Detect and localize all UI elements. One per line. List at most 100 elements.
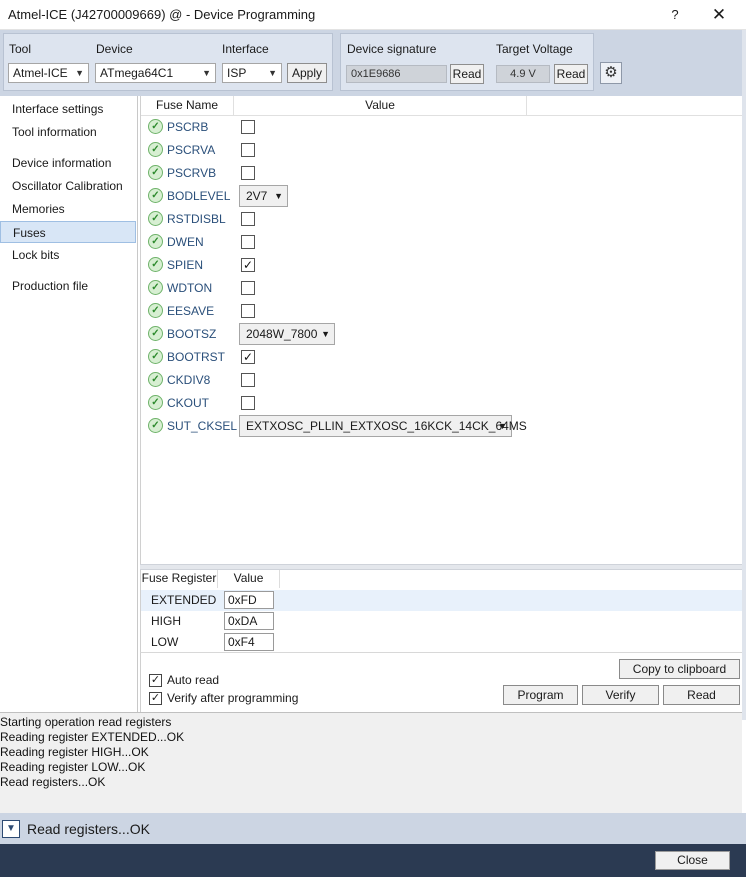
sidebar-item-production-file[interactable]: Production file <box>0 275 136 297</box>
fuse-name: CKOUT <box>167 396 209 410</box>
fuse-name: BODLEVEL <box>167 189 231 203</box>
tool-select[interactable]: Atmel-ICE ▼ <box>8 63 89 83</box>
check-circle-icon: ✓ <box>148 349 163 364</box>
help-button[interactable]: ? <box>662 3 688 27</box>
register-value-input[interactable]: 0xDA <box>224 612 274 630</box>
fuse-name: CKDIV8 <box>167 373 211 387</box>
fuse-select-value: 2048W_7800 <box>246 327 318 341</box>
fuse-row-rstdisbl[interactable]: ✓ RSTDISBL <box>141 208 744 231</box>
fuse-row-bootrst[interactable]: ✓ BOOTRST ✓ <box>141 346 744 369</box>
table-row[interactable]: LOW 0xF4 <box>141 632 744 653</box>
log-line: Reading register LOW...OK <box>0 760 146 774</box>
close-button[interactable]: Close <box>655 851 730 870</box>
tool-select-value: Atmel-ICE <box>13 66 68 80</box>
check-circle-icon: ✓ <box>148 418 163 433</box>
fuse-name: RSTDISBL <box>167 212 226 226</box>
register-value-input[interactable]: 0xF4 <box>224 633 274 651</box>
fuse-checkbox[interactable] <box>241 396 255 410</box>
fuse-name: BOOTSZ <box>167 327 217 341</box>
read-button[interactable]: Read <box>663 685 740 705</box>
verify-button[interactable]: Verify <box>582 685 659 705</box>
register-value-input[interactable]: 0xFD <box>224 591 274 609</box>
fuse-checkbox[interactable] <box>241 212 255 226</box>
check-circle-icon: ✓ <box>148 326 163 341</box>
fuse-select[interactable]: 2V7 ▼ <box>239 185 288 207</box>
close-window-button[interactable]: ✕ <box>706 3 732 27</box>
interface-select[interactable]: ISP ▼ <box>222 63 282 83</box>
sidebar-item-fuses[interactable]: Fuses <box>0 221 136 243</box>
tool-label: Tool <box>9 42 32 56</box>
fuse-checkbox[interactable] <box>241 281 255 295</box>
chevron-down-icon: ▼ <box>268 68 277 78</box>
fuse-checkbox[interactable] <box>241 143 255 157</box>
fuse-row-eesave[interactable]: ✓ EESAVE <box>141 300 744 323</box>
fuse-name-column-header[interactable]: Fuse Name <box>141 96 234 116</box>
fuse-checkbox[interactable]: ✓ <box>241 258 255 272</box>
table-row[interactable]: EXTENDED 0xFD <box>141 590 744 611</box>
fuse-row-spien[interactable]: ✓ SPIEN ✓ <box>141 254 744 277</box>
action-panel: ✓ Auto read ✓ Verify after programming C… <box>140 652 743 712</box>
sidebar-item-device-information[interactable]: Device information <box>0 152 136 174</box>
check-circle-icon: ✓ <box>148 165 163 180</box>
check-circle-icon: ✓ <box>148 303 163 318</box>
apply-button[interactable]: Apply <box>287 63 327 83</box>
fuse-checkbox[interactable] <box>241 166 255 180</box>
fuse-name: DWEN <box>167 235 204 249</box>
gear-icon[interactable]: ⚙ <box>600 62 622 84</box>
chevron-down-icon: ▼ <box>498 421 507 431</box>
signature-read-button[interactable]: Read <box>450 64 484 84</box>
fuse-row-pscrva[interactable]: ✓ PSCRVA <box>141 139 744 162</box>
check-circle-icon: ✓ <box>148 257 163 272</box>
sidebar-item-memories[interactable]: Memories <box>0 198 136 220</box>
voltage-read-button[interactable]: Read <box>554 64 588 84</box>
fuse-select[interactable]: 2048W_7800 ▼ <box>239 323 335 345</box>
fuse-select[interactable]: EXTXOSC_PLLIN_EXTXOSC_16KCK_14CK_64MS ▼ <box>239 415 527 437</box>
copy-to-clipboard-button[interactable]: Copy to clipboard <box>619 659 740 679</box>
fuse-row-wdton[interactable]: ✓ WDTON <box>141 277 744 300</box>
fuse-checkbox[interactable]: ✓ <box>241 350 255 364</box>
check-circle-icon: ✓ <box>148 395 163 410</box>
check-circle-icon: ✓ <box>148 372 163 387</box>
sidebar-item-oscillator-calibration[interactable]: Oscillator Calibration <box>0 175 136 197</box>
check-circle-icon: ✓ <box>148 234 163 249</box>
status-bar: ▼ Read registers...OK <box>0 813 746 844</box>
interface-select-value: ISP <box>227 66 247 80</box>
check-circle-icon: ✓ <box>148 211 163 226</box>
sidebar-item-interface-settings[interactable]: Interface settings <box>0 98 136 120</box>
fuse-row-bodlevel[interactable]: ✓ BODLEVEL 2V7 ▼ <box>141 185 744 208</box>
table-row[interactable]: HIGH 0xDA <box>141 611 744 632</box>
fuse-row-dwen[interactable]: ✓ DWEN <box>141 231 744 254</box>
device-select[interactable]: ATmega64C1 ▼ <box>95 63 216 83</box>
fuse-row-pscrvb[interactable]: ✓ PSCRVB <box>141 162 744 185</box>
chevron-down-icon: ▼ <box>75 68 84 78</box>
check-circle-icon: ✓ <box>148 142 163 157</box>
fuse-row-ckout[interactable]: ✓ CKOUT <box>141 392 744 415</box>
verify-after-programming-checkbox[interactable]: ✓ <box>149 692 162 705</box>
verify-after-programming-label: Verify after programming <box>167 691 299 705</box>
fuse-value-column-header[interactable]: Value <box>234 96 527 116</box>
fuse-checkbox[interactable] <box>241 120 255 134</box>
check-circle-icon: ✓ <box>148 280 163 295</box>
fuse-checkbox[interactable] <box>241 235 255 249</box>
register-name: EXTENDED <box>151 593 217 607</box>
fuse-checkbox[interactable] <box>241 373 255 387</box>
fuse-name: BOOTRST <box>167 350 226 364</box>
chevron-down-icon: ▼ <box>321 329 330 339</box>
window-title: Atmel-ICE (J42700009669) @ - Device Prog… <box>8 7 316 22</box>
program-button[interactable]: Program <box>503 685 578 705</box>
sidebar-item-lock-bits[interactable]: Lock bits <box>0 244 136 266</box>
sidebar-item-tool-information[interactable]: Tool information <box>0 121 136 143</box>
fuse-row-bootsz[interactable]: ✓ BOOTSZ 2048W_7800 ▼ <box>141 323 744 346</box>
fuse-row-sut-cksel[interactable]: ✓ SUT_CKSEL EXTXOSC_PLLIN_EXTXOSC_16KCK_14… <box>141 415 744 438</box>
register-name: LOW <box>151 635 179 649</box>
fuse-row-pscrb[interactable]: ✓ PSCRB <box>141 116 744 139</box>
sidebar: Interface settings Tool information Devi… <box>0 96 138 712</box>
fuse-select-value: 2V7 <box>246 189 268 203</box>
fuse-row-ckdiv8[interactable]: ✓ CKDIV8 <box>141 369 744 392</box>
expand-log-icon[interactable]: ▼ <box>2 820 20 838</box>
auto-read-checkbox[interactable]: ✓ <box>149 674 162 687</box>
fuse-checkbox[interactable] <box>241 304 255 318</box>
fuse-name: PSCRVB <box>167 166 217 180</box>
signature-value: 0x1E9686 <box>346 65 447 83</box>
fuse-select-value: EXTXOSC_PLLIN_EXTXOSC_16KCK_14CK_64MS <box>246 419 527 433</box>
